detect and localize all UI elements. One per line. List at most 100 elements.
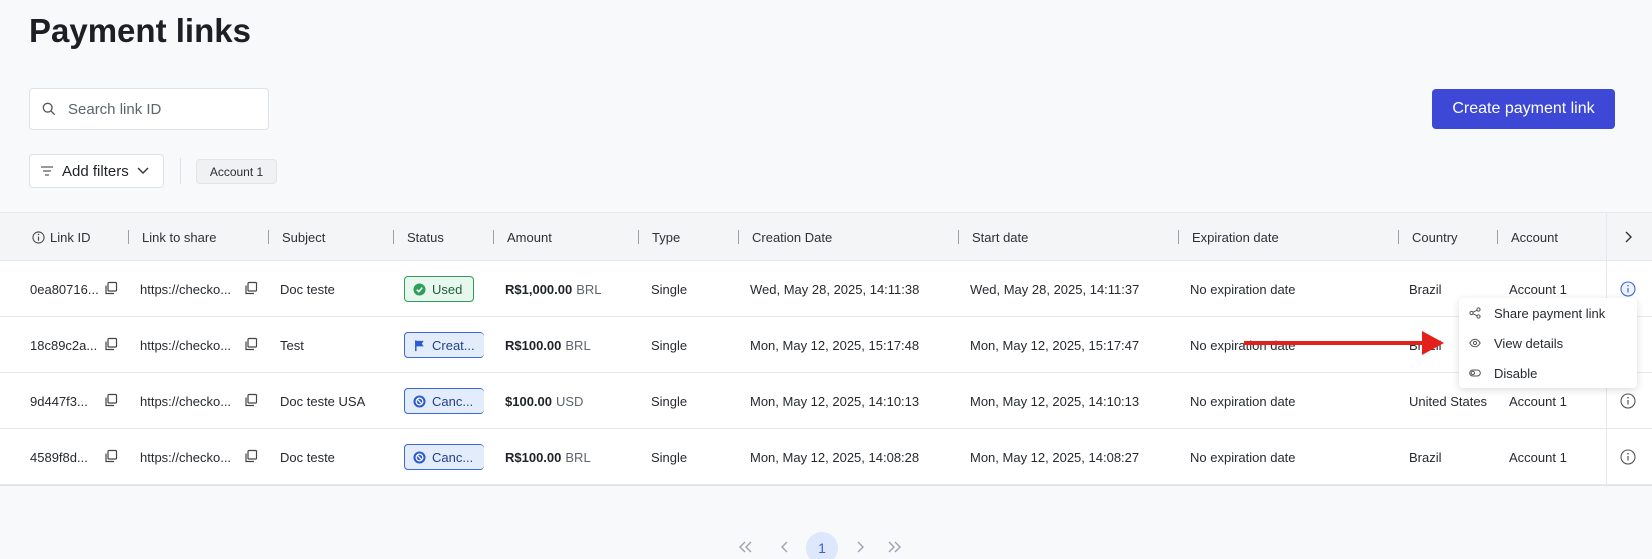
column-divider[interactable] xyxy=(1398,230,1399,244)
menu-item-share-payment-link[interactable]: Share payment link xyxy=(1459,298,1637,328)
country-cell: Brazil xyxy=(1409,281,1442,297)
column-header-status[interactable]: Status xyxy=(407,213,444,261)
table-row[interactable]: 9d447f3... https://checko... Doc teste U… xyxy=(0,373,1652,429)
column-header-link-id[interactable]: Link ID xyxy=(32,213,90,261)
previous-page-button[interactable] xyxy=(774,532,794,559)
cancel-circle-icon xyxy=(413,394,426,408)
column-header-expiration-date[interactable]: Expiration date xyxy=(1192,213,1279,261)
eye-icon xyxy=(1469,338,1481,348)
column-divider[interactable] xyxy=(638,230,639,244)
link-cell[interactable]: https://checko... xyxy=(140,317,231,373)
subject-cell: Doc teste USA xyxy=(280,393,366,409)
column-label: Link ID xyxy=(50,229,91,245)
chevron-right-icon xyxy=(857,541,864,553)
currency-code: BRL xyxy=(565,449,591,465)
row-actions-menu: Share payment link View details Disable xyxy=(1459,298,1637,388)
table-header: Link ID Link to share Subject Status Amo… xyxy=(0,213,1652,261)
column-divider[interactable] xyxy=(393,230,394,244)
table-row[interactable]: 0ea80716... https://checko... Doc teste … xyxy=(0,261,1652,317)
column-divider[interactable] xyxy=(128,230,129,244)
first-page-button[interactable] xyxy=(736,532,756,559)
account-filter-chip[interactable]: Account 1 xyxy=(196,159,277,184)
copy-icon[interactable] xyxy=(104,393,118,407)
status-label: Canc... xyxy=(432,393,474,409)
column-header-amount[interactable]: Amount xyxy=(507,213,552,261)
chevron-left-icon xyxy=(781,541,788,553)
amount-cell: $100.00 USD xyxy=(505,373,583,429)
column-header-link-to-share[interactable]: Link to share xyxy=(142,213,216,261)
start-date-cell: Wed, May 28, 2025, 14:11:37 xyxy=(970,281,1140,297)
create-payment-link-button[interactable]: Create payment link xyxy=(1432,89,1615,129)
payment-links-page: Payment links Create payment link Add fi… xyxy=(0,0,1652,559)
column-header-start-date[interactable]: Start date xyxy=(972,213,1028,261)
column-divider[interactable] xyxy=(268,230,269,244)
link-cell[interactable]: https://checko... xyxy=(140,373,231,429)
search-icon xyxy=(42,102,56,116)
copy-icon[interactable] xyxy=(244,449,258,463)
column-divider[interactable] xyxy=(493,230,494,244)
currency-code: BRL xyxy=(565,337,591,353)
status-label: Used xyxy=(432,281,463,297)
amount-cell: R$100.00 BRL xyxy=(505,317,591,373)
column-header-country[interactable]: Country xyxy=(1412,213,1458,261)
column-divider[interactable] xyxy=(738,230,739,244)
start-date-cell: Mon, May 12, 2025, 14:10:13 xyxy=(970,393,1140,409)
amount-value: $100.00 xyxy=(505,393,552,409)
link-id-cell: 9d447f3... xyxy=(30,393,88,409)
expiration-date-cell: No expiration date xyxy=(1190,281,1296,297)
table-row[interactable]: 4589f8d... https://checko... Doc teste C… xyxy=(0,429,1652,485)
flag-icon xyxy=(415,339,424,351)
type-cell: Single xyxy=(651,281,688,297)
expand-columns-button[interactable] xyxy=(1606,213,1652,261)
search-input[interactable] xyxy=(68,100,258,118)
search-box[interactable] xyxy=(29,88,269,130)
last-page-button[interactable] xyxy=(884,532,904,559)
next-page-button[interactable] xyxy=(851,532,871,559)
copy-icon[interactable] xyxy=(104,281,118,295)
chevron-down-icon xyxy=(137,167,149,174)
column-header-account[interactable]: Account xyxy=(1511,213,1558,261)
add-filters-label: Add filters xyxy=(62,162,129,180)
current-page-button[interactable]: 1 xyxy=(806,532,838,559)
status-label: Creat... xyxy=(432,337,475,353)
menu-item-disable[interactable]: Disable xyxy=(1459,358,1637,388)
row-actions-icon[interactable] xyxy=(1620,281,1636,297)
column-divider[interactable] xyxy=(1178,230,1179,244)
type-cell: Single xyxy=(651,337,688,353)
link-cell[interactable]: https://checko... xyxy=(140,261,231,317)
copy-icon[interactable] xyxy=(104,449,118,463)
column-divider[interactable] xyxy=(1497,230,1498,244)
currency-code: BRL xyxy=(576,281,602,297)
copy-icon[interactable] xyxy=(244,281,258,295)
menu-item-label: Disable xyxy=(1494,365,1538,381)
link-cell[interactable]: https://checko... xyxy=(140,429,231,485)
column-divider[interactable] xyxy=(958,230,959,244)
amount-value: R$100.00 xyxy=(505,449,562,465)
add-filters-button[interactable]: Add filters xyxy=(29,154,164,188)
copy-icon[interactable] xyxy=(244,337,258,351)
info-icon xyxy=(32,230,45,244)
copy-icon[interactable] xyxy=(104,337,118,351)
expiration-date-cell: No expiration date xyxy=(1190,449,1296,465)
link-id-cell: 0ea80716... xyxy=(30,281,99,297)
link-id-cell: 4589f8d... xyxy=(30,449,88,465)
start-date-cell: Mon, May 12, 2025, 15:17:47 xyxy=(970,337,1140,353)
status-badge: Creat... xyxy=(404,332,484,358)
subject-cell: Test xyxy=(280,337,304,353)
link-id-cell: 18c89c2a... xyxy=(30,337,98,353)
status-label: Canc... xyxy=(432,449,474,465)
copy-icon[interactable] xyxy=(244,393,258,407)
column-header-creation-date[interactable]: Creation Date xyxy=(752,213,832,261)
start-date-cell: Mon, May 12, 2025, 14:08:27 xyxy=(970,449,1140,465)
column-header-type[interactable]: Type xyxy=(652,213,680,261)
double-chevron-left-icon xyxy=(739,541,752,553)
row-actions-icon[interactable] xyxy=(1620,449,1636,465)
menu-item-view-details[interactable]: View details xyxy=(1459,328,1637,358)
status-badge: Canc... xyxy=(404,444,484,470)
status-badge: Canc... xyxy=(404,388,484,414)
column-header-subject[interactable]: Subject xyxy=(282,213,325,261)
cancel-circle-icon xyxy=(413,450,426,464)
menu-item-label: View details xyxy=(1494,335,1564,351)
row-actions-icon[interactable] xyxy=(1620,393,1636,409)
creation-date-cell: Mon, May 12, 2025, 14:10:13 xyxy=(750,393,920,409)
